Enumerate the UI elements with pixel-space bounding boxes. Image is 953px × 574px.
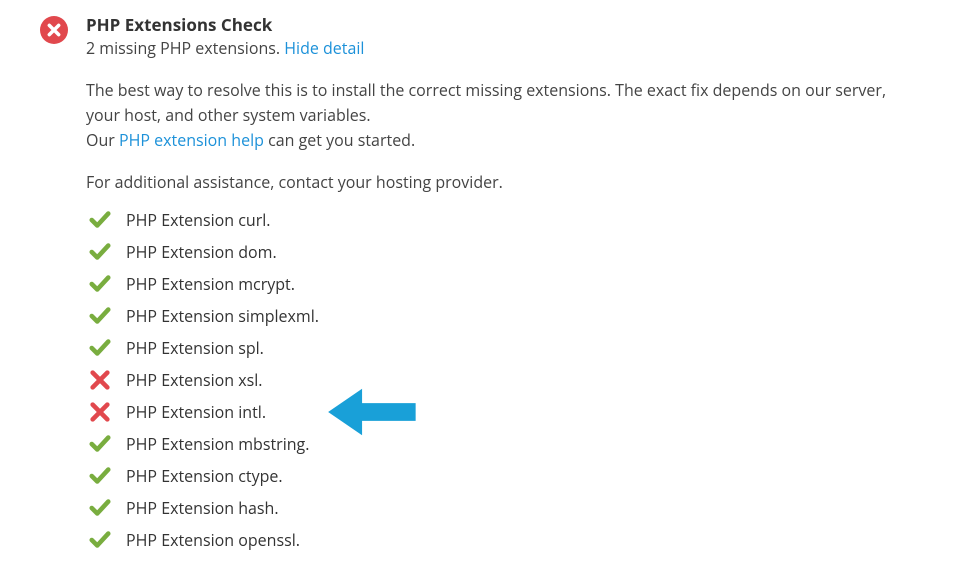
toggle-detail-link[interactable]: Hide detail	[284, 37, 364, 59]
error-icon	[40, 16, 68, 44]
extension-list: PHP Extension curl. PHP Extension dom. PHP…	[86, 209, 913, 551]
check-icon	[86, 433, 114, 455]
check-icon	[86, 273, 114, 295]
extension-label: PHP Extension mbstring.	[126, 433, 309, 455]
check-icon	[86, 497, 114, 519]
php-extension-help-link[interactable]: PHP extension help	[119, 129, 264, 151]
cross-icon	[86, 369, 114, 391]
extension-item: PHP Extension xsl.	[86, 369, 913, 391]
extension-label: PHP Extension xsl.	[126, 369, 262, 391]
extension-item: PHP Extension mcrypt.	[86, 273, 913, 295]
extension-item: PHP Extension openssl.	[86, 529, 913, 551]
check-icon	[86, 529, 114, 551]
check-icon	[86, 337, 114, 359]
extension-item: PHP Extension ctype.	[86, 465, 913, 487]
help-paragraph-1: The best way to resolve this is to insta…	[86, 78, 913, 128]
extension-item: PHP Extension dom.	[86, 241, 913, 263]
check-icon	[86, 305, 114, 327]
extension-label: PHP Extension spl.	[126, 337, 264, 359]
extension-label: PHP Extension dom.	[126, 241, 277, 263]
extension-item: PHP Extension intl.	[86, 401, 913, 423]
check-icon	[86, 241, 114, 263]
extension-label: PHP Extension mcrypt.	[126, 273, 295, 295]
help-paragraph-3: For additional assistance, contact your …	[86, 170, 913, 195]
section-title: PHP Extensions Check	[86, 14, 913, 36]
extension-label: PHP Extension intl.	[126, 401, 266, 423]
check-icon	[86, 465, 114, 487]
extension-label: PHP Extension openssl.	[126, 529, 300, 551]
extension-item: PHP Extension simplexml.	[86, 305, 913, 327]
check-content: PHP Extensions Check 2 missing PHP exten…	[86, 14, 913, 561]
extension-label: PHP Extension ctype.	[126, 465, 283, 487]
help-paragraph-2: Our PHP extension help can get you start…	[86, 128, 913, 153]
summary-text: 2 missing PHP extensions.	[86, 37, 284, 59]
extension-item: PHP Extension spl.	[86, 337, 913, 359]
extension-label: PHP Extension simplexml.	[126, 305, 319, 327]
cross-icon	[86, 401, 114, 423]
extension-item: PHP Extension mbstring.	[86, 433, 913, 455]
check-icon	[86, 209, 114, 231]
extension-label: PHP Extension curl.	[126, 209, 270, 231]
extension-item: PHP Extension hash.	[86, 497, 913, 519]
extension-item: PHP Extension curl.	[86, 209, 913, 231]
section-subtitle: 2 missing PHP extensions. Hide detail	[86, 36, 913, 60]
extension-label: PHP Extension hash.	[126, 497, 279, 519]
